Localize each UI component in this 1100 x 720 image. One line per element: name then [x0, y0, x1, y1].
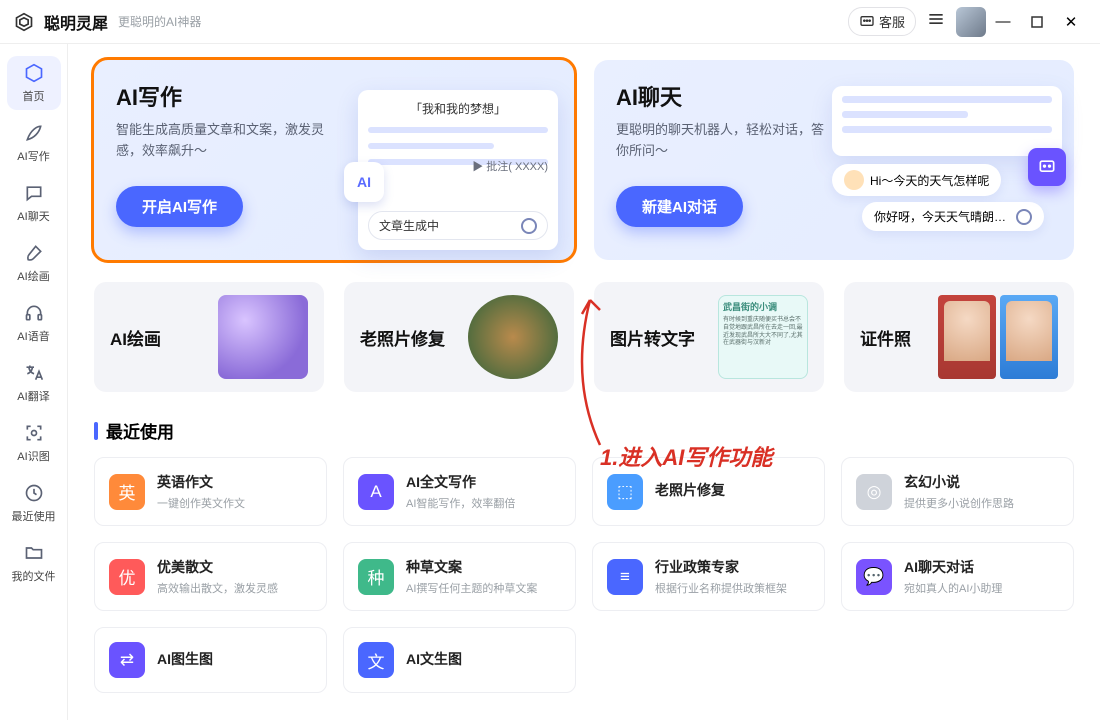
avatar-icon [844, 170, 864, 190]
id-thumb-icon [938, 295, 1058, 379]
photo-thumb-icon [468, 295, 558, 379]
sidebar-item-label: AI识图 [17, 448, 49, 464]
chat-icon [24, 183, 44, 206]
recent-item[interactable]: ◎ 玄幻小说提供更多小说创作思路 [841, 457, 1074, 526]
recent-item[interactable]: A AI全文写作AI智能写作，效率翻倍 [343, 457, 576, 526]
sidebar-item-chat[interactable]: AI聊天 [7, 176, 61, 230]
close-button[interactable]: ✕ [1054, 7, 1088, 37]
recent-item[interactable]: 💬 AI聊天对话宛如真人的AI小助理 [841, 542, 1074, 611]
sidebar-item-label: AI写作 [17, 148, 49, 164]
tile-title: 老照片修复 [360, 325, 445, 350]
tile-id-photo[interactable]: 证件照 [844, 282, 1074, 392]
policy-icon: ≡ [607, 559, 643, 595]
write-mock-doc: AI 「我和我的梦想」 ▶ 批注( XXXX) 文章生成中 [358, 90, 558, 250]
chat-icon [859, 14, 875, 30]
support-button[interactable]: 客服 [848, 7, 916, 36]
sidebar-item-label: AI聊天 [17, 208, 49, 224]
chat-mock: Hi～今天的天气怎样呢 你好呀，今天天气晴朗… [832, 86, 1062, 231]
sidebar-item-translate[interactable]: AI翻译 [7, 356, 61, 410]
chat-fab-icon [1028, 148, 1066, 186]
recent-heading: 最近使用 [94, 418, 1074, 443]
recent-item[interactable]: 优 优美散文高效输出散文，激发灵感 [94, 542, 327, 611]
paint-thumb-icon [218, 295, 308, 379]
headphone-icon [24, 303, 44, 326]
app-name: 聪明灵犀 [44, 10, 108, 34]
chat-bubble-2: 你好呀，今天天气晴朗… [862, 202, 1044, 231]
mock-note: ▶ 批注( XXXX) [472, 158, 548, 174]
recent-item[interactable]: 种 种草文案AI撰写任何主题的种草文案 [343, 542, 576, 611]
tile-ai-paint[interactable]: AI绘画 [94, 282, 324, 392]
photo-icon: ⬚ [607, 474, 643, 510]
sidebar-item-label: AI绘画 [17, 268, 49, 284]
sidebar-item-label: 最近使用 [12, 508, 56, 524]
recent-item[interactable]: 文 AI文生图 [343, 627, 576, 693]
sidebar-item-vision[interactable]: AI识图 [7, 416, 61, 470]
main-content: AI写作 智能生成高质量文章和文案，激发灵感，效率飙升～ 开启AI写作 AI 「… [68, 44, 1100, 720]
translate-icon [24, 363, 44, 386]
grass-icon: 种 [358, 559, 394, 595]
start-writing-button[interactable]: 开启AI写作 [116, 186, 243, 227]
new-chat-button[interactable]: 新建AI对话 [616, 186, 743, 227]
feather-icon [24, 123, 44, 146]
recent-item[interactable]: ≡ 行业政策专家根据行业名称提供政策框架 [592, 542, 825, 611]
tile-ocr[interactable]: 图片转文字 武昌街的小调 有时候到重庆随便买书总会不自觉地跟武昌所在去走一回,最… [594, 282, 824, 392]
chat-icon: 💬 [856, 559, 892, 595]
menu-button[interactable] [926, 9, 946, 34]
mock-doc-title: 「我和我的梦想」 [368, 100, 548, 117]
maximize-button[interactable] [1020, 7, 1054, 37]
prose-icon: 优 [109, 559, 145, 595]
essay-icon: 英 [109, 474, 145, 510]
sidebar-item-write[interactable]: AI写作 [7, 116, 61, 170]
tile-title: 图片转文字 [610, 325, 695, 350]
sidebar: 首页 AI写作 AI聊天 AI绘画 AI语音 AI翻译 AI识图 最近使用 [0, 44, 68, 720]
hero-card-chat[interactable]: AI聊天 更聪明的聊天机器人，轻松对话，答你所问～ 新建AI对话 Hi～今天的天… [594, 60, 1074, 260]
minimize-button[interactable]: — [986, 7, 1020, 37]
brush-icon [24, 243, 44, 266]
recent-item[interactable]: ⇄ AI图生图 [94, 627, 327, 693]
hero-desc: 更聪明的聊天机器人，轻松对话，答你所问～ [616, 120, 826, 162]
mock-status-chip: 文章生成中 [368, 211, 548, 240]
sidebar-item-label: AI语音 [17, 328, 49, 344]
hero-card-write[interactable]: AI写作 智能生成高质量文章和文案，激发灵感，效率飙升～ 开启AI写作 AI 「… [94, 60, 574, 260]
tile-photo-restore[interactable]: 老照片修复 [344, 282, 574, 392]
sidebar-item-voice[interactable]: AI语音 [7, 296, 61, 350]
sidebar-item-home[interactable]: 首页 [7, 56, 61, 110]
app-subtitle: 更聪明的AI神器 [118, 13, 201, 30]
app-logo-icon [12, 10, 36, 34]
titlebar: 聪明灵犀 更聪明的AI神器 客服 — ✕ [0, 0, 1100, 44]
home-icon [24, 63, 44, 86]
sidebar-item-recent[interactable]: 最近使用 [7, 476, 61, 530]
hexagon-icon [521, 218, 537, 234]
recent-item[interactable]: ⬚ 老照片修复 [592, 457, 825, 526]
sidebar-item-label: 我的文件 [12, 568, 56, 584]
tile-title: 证件照 [860, 325, 911, 350]
ai-badge-icon: AI [344, 162, 384, 202]
recent-item[interactable]: 英 英语作文一键创作英文作文 [94, 457, 327, 526]
support-label: 客服 [879, 12, 905, 31]
sidebar-item-label: AI翻译 [17, 388, 49, 404]
user-avatar[interactable] [956, 7, 986, 37]
sidebar-item-paint[interactable]: AI绘画 [7, 236, 61, 290]
sidebar-item-label: 首页 [23, 88, 45, 104]
novel-icon: ◎ [856, 474, 892, 510]
clock-icon [24, 483, 44, 506]
hexagon-icon [1016, 209, 1032, 225]
chat-bubble-1: Hi～今天的天气怎样呢 [832, 164, 1001, 196]
hero-desc: 智能生成高质量文章和文案，激发灵感，效率飙升～ [116, 120, 326, 162]
img2img-icon: ⇄ [109, 642, 145, 678]
scan-icon [24, 423, 44, 446]
txt2img-icon: 文 [358, 642, 394, 678]
sidebar-item-files[interactable]: 我的文件 [7, 536, 61, 590]
folder-icon [24, 543, 44, 566]
ocr-thumb-icon: 武昌街的小调 有时候到重庆随便买书总会不自觉地跟武昌所在去走一回,最近发现武昌所… [718, 295, 808, 379]
tile-title: AI绘画 [110, 325, 161, 350]
write-icon: A [358, 474, 394, 510]
